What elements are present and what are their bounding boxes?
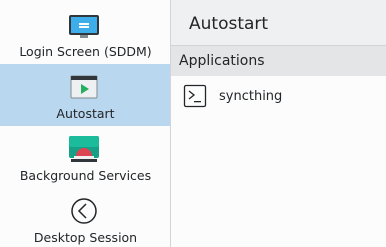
applications-list: syncthing (171, 76, 386, 247)
sidebar: Login Screen (SDDM) Autostart Background… (0, 0, 171, 247)
sidebar-item-label: Login Screen (SDDM) (19, 44, 152, 59)
services-icon (68, 134, 100, 164)
list-item[interactable]: syncthing (171, 76, 386, 118)
monitor-icon (68, 10, 100, 40)
back-arrow-icon (68, 196, 100, 226)
sidebar-item-label: Desktop Session (33, 230, 138, 245)
sidebar-item-login-screen[interactable]: Login Screen (SDDM) (0, 2, 170, 64)
terminal-icon (183, 84, 207, 108)
sidebar-item-label: Autostart (56, 106, 115, 121)
page-title: Autostart (189, 14, 269, 34)
sidebar-item-desktop-session[interactable]: Desktop Session (0, 188, 170, 247)
system-settings-window: Login Screen (SDDM) Autostart Background… (0, 0, 386, 247)
autostart-icon (68, 72, 100, 102)
sidebar-item-label: Background Services (19, 168, 152, 183)
application-name: syncthing (219, 89, 283, 104)
sidebar-item-autostart[interactable]: Autostart (0, 64, 170, 126)
section-header-label: Applications (179, 53, 265, 69)
sidebar-item-background-services[interactable]: Background Services (0, 126, 170, 188)
section-header-applications: Applications (171, 46, 386, 76)
main-panel: Autostart Applications syncthing (171, 0, 386, 247)
